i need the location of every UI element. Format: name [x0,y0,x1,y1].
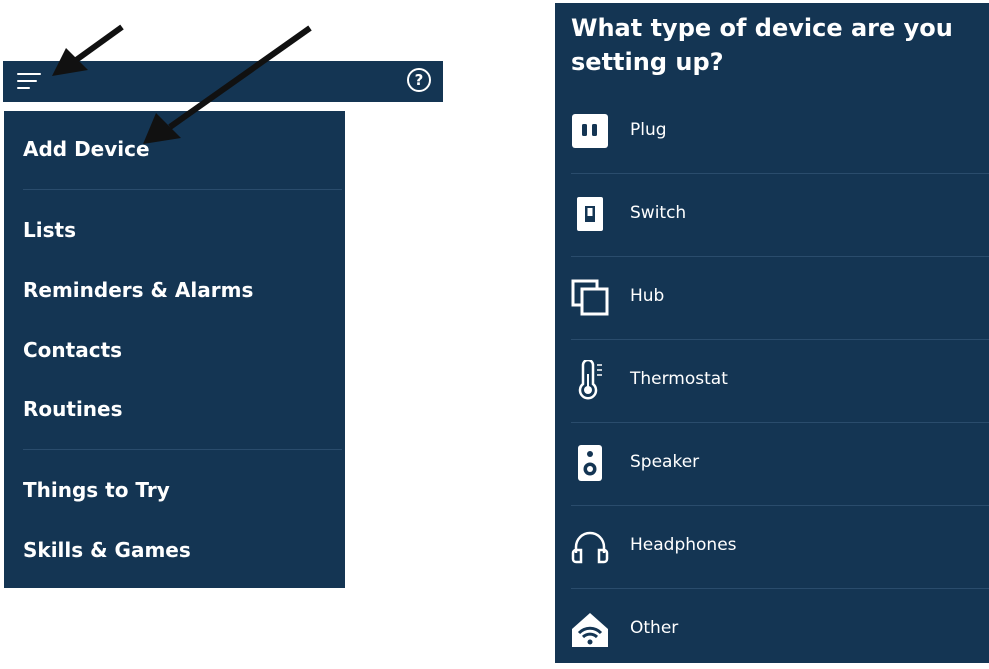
switch-icon [577,197,603,231]
device-label: Other [630,618,679,638]
menu-item-skills-games[interactable]: Skills & Games [23,538,191,562]
menu-item-things-to-try[interactable]: Things to Try [23,478,170,502]
device-label: Switch [630,203,687,223]
menu-item-lists[interactable]: Lists [23,218,76,242]
hamburger-menu-icon[interactable] [17,71,41,91]
device-label: Headphones [630,535,737,555]
menu-divider [23,189,342,190]
thermostat-icon [578,360,602,400]
menu-item-contacts[interactable]: Contacts [23,338,122,362]
device-label: Thermostat [630,369,728,389]
wifi-house-icon [572,613,608,647]
device-option-headphones[interactable]: Headphones [555,506,989,586]
device-label: Hub [630,286,665,306]
device-option-switch[interactable]: Switch [555,174,989,254]
menu-item-add-device[interactable]: Add Device [23,137,150,161]
page-title: What type of device are you setting up? [571,14,953,76]
menu-item-routines[interactable]: Routines [23,397,123,421]
device-option-thermostat[interactable]: Thermostat [555,340,989,420]
device-label: Plug [630,120,667,140]
device-option-other[interactable]: Other [555,589,989,669]
device-option-speaker[interactable]: Speaker [555,423,989,503]
help-icon[interactable]: ? [407,68,431,92]
plug-icon [572,114,608,148]
speaker-icon [578,445,602,481]
device-label: Speaker [630,452,700,472]
side-menu: Add Device Lists Reminders & Alarms Cont… [4,111,345,588]
menu-item-reminders-alarms[interactable]: Reminders & Alarms [23,278,253,302]
headphones-icon [571,531,609,564]
device-type-panel: What type of device are you setting up? … [555,3,989,663]
device-option-plug[interactable]: Plug [555,91,989,171]
device-option-hub[interactable]: Hub [555,257,989,337]
app-top-bar: ? [3,61,443,102]
hub-icon [571,279,609,316]
menu-divider [23,449,342,450]
